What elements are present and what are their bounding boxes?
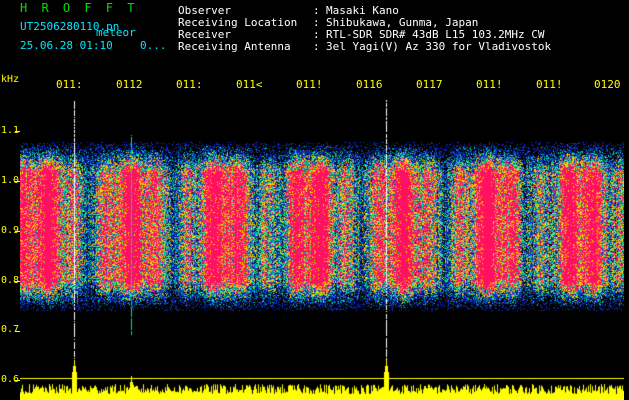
x-tick-label: 0116 — [356, 79, 382, 91]
antenna-value: 3el Yagi(V) Az 330 for Vladivostok — [326, 40, 552, 53]
y-tick-mark — [15, 281, 20, 282]
y-axis-unit-label: kHz — [1, 74, 20, 85]
x-tick-label: 011! — [476, 79, 502, 91]
x-tick-label: 0117 — [416, 79, 442, 91]
y-tick-mark — [15, 331, 20, 332]
spectrogram-screen: H R O F F T UT2506280110.pn meteor 25.06… — [0, 0, 629, 400]
datetime-label: 25.06.28 01:10 — [20, 39, 113, 52]
x-tick-label: 011: — [176, 79, 202, 91]
x-tick-label: 011! — [296, 79, 322, 91]
y-tick-mark — [15, 181, 20, 182]
y-tick-mark — [15, 231, 20, 232]
x-tick-label: 011< — [236, 79, 262, 91]
y-tick-label: 0.7 — [1, 324, 20, 335]
progress-dots: 0... — [140, 39, 167, 52]
antenna-colon: : — [313, 40, 320, 53]
y-tick-mark — [15, 131, 20, 132]
x-tick-label: 0120 — [594, 79, 621, 91]
spectrogram-canvas — [20, 95, 624, 400]
mode-label: meteor — [96, 26, 136, 39]
antenna-label: Receiving Antenna — [178, 40, 291, 53]
x-tick-label: 011: — [56, 79, 82, 91]
app-brand-title: H R O F F T — [20, 1, 138, 15]
x-tick-label: 011! — [536, 79, 562, 91]
x-tick-label: 0112 — [116, 79, 142, 91]
y-tick-mark — [15, 380, 20, 381]
